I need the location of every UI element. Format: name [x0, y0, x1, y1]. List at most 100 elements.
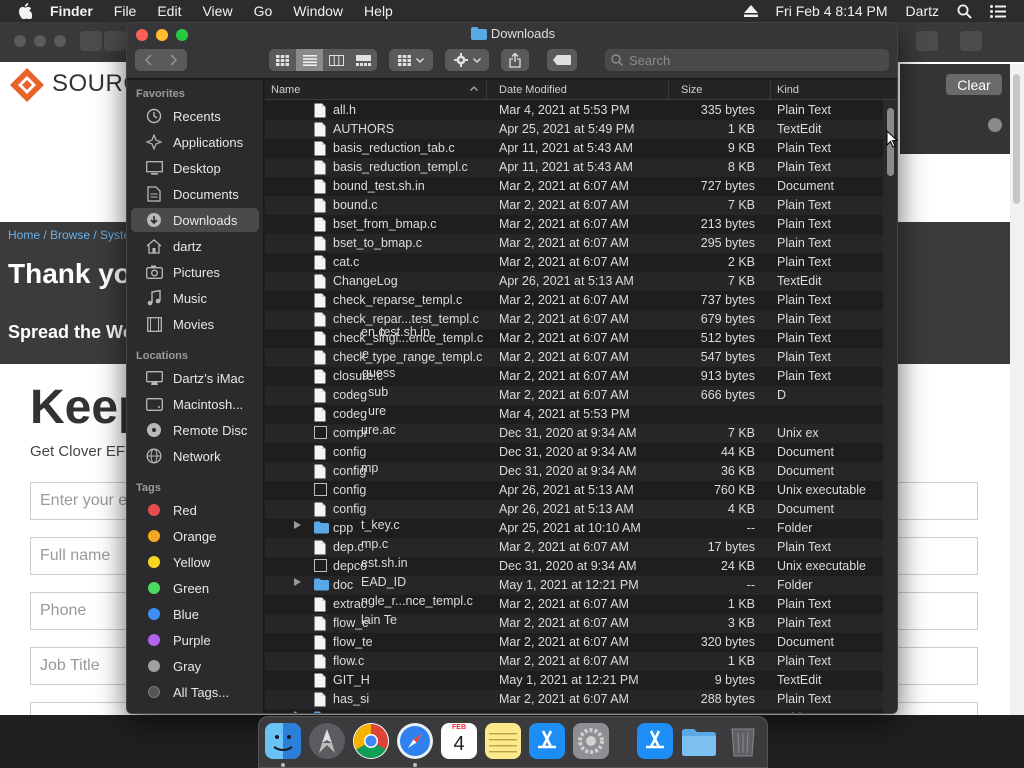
- file-row[interactable]: codeg Mar 4, 2021 at 5:53 PM: [265, 405, 883, 424]
- file-row[interactable]: extrac Mar 2, 2021 at 6:07 AM 1 KB Plain Te…: [265, 595, 883, 614]
- clear-button[interactable]: Clear: [946, 74, 1002, 95]
- sidebar-item-imac[interactable]: Dartz’s iMac: [131, 366, 259, 390]
- list-view-icon[interactable]: [296, 49, 323, 71]
- downloads-folder-icon[interactable]: [681, 723, 717, 759]
- sidebar-item-downloads[interactable]: Downloads: [131, 208, 259, 232]
- menu-user-name[interactable]: Dartz: [906, 3, 939, 19]
- file-row[interactable]: config Dec 31, 2020 at 9:34 AM 44 KB Docume…: [265, 443, 883, 462]
- sourceforge-logo-icon[interactable]: [8, 66, 46, 104]
- share-button[interactable]: [501, 49, 529, 71]
- column-header-name[interactable]: Name: [265, 80, 487, 100]
- breadcrumb[interactable]: Home / Browse / Syste: [8, 228, 130, 242]
- forward-button[interactable]: [161, 49, 187, 71]
- menu-file[interactable]: File: [114, 3, 137, 19]
- sidebar-tag-green[interactable]: Green: [131, 576, 259, 600]
- file-row[interactable]: compi Dec 31, 2020 at 9:34 AM 7 KB Unix ex: [265, 424, 883, 443]
- file-row[interactable]: depco Dec 31, 2020 at 9:34 AM 24 KB Unix ex…: [265, 557, 883, 576]
- sidebar-item-recents[interactable]: Recents: [131, 104, 259, 128]
- app-store-icon[interactable]: [637, 723, 673, 759]
- disclosure-triangle-icon[interactable]: [294, 521, 301, 529]
- file-row[interactable]: dep.c Mar 2, 2021 at 6:07 AM 17 bytes Plain…: [265, 538, 883, 557]
- file-row[interactable]: check_reparse_templ.c Mar 2, 2021 at 6:07…: [265, 291, 883, 310]
- browser-back-button[interactable]: [80, 31, 102, 51]
- sidebar-tag-yellow[interactable]: Yellow: [131, 550, 259, 574]
- file-row[interactable]: config Dec 31, 2020 at 9:34 AM 36 KB Docume…: [265, 462, 883, 481]
- file-row[interactable]: closure.c Mar 2, 2021 at 6:07 AM 913 bytes…: [265, 367, 883, 386]
- file-row[interactable]: check_singl...ence_templ.c Mar 2, 2021 at…: [265, 329, 883, 348]
- file-row[interactable]: bset_from_bmap.c Mar 2, 2021 at 6:07 AM 21…: [265, 215, 883, 234]
- file-row[interactable]: basis_reduction_tab.c Apr 11, 2021 at 5:4…: [265, 139, 883, 158]
- disclosure-triangle-icon[interactable]: [294, 578, 301, 586]
- notification-center-icon[interactable]: [990, 4, 1006, 18]
- search-input[interactable]: [629, 52, 869, 68]
- column-header-size[interactable]: Size: [675, 80, 771, 100]
- file-row[interactable]: flow.c Mar 2, 2021 at 6:07 AM 1 KB Plain Te…: [265, 652, 883, 671]
- column-view-icon[interactable]: [323, 49, 350, 71]
- sidebar-tag-red[interactable]: Red: [131, 498, 259, 522]
- folder-row[interactable]: cpp Apr 25, 2021 at 10:10 AM -- Folder: [265, 519, 883, 538]
- gallery-view-icon[interactable]: [350, 49, 377, 71]
- sidebar-tag-blue[interactable]: Blue: [131, 602, 259, 626]
- file-row[interactable]: bound_test.sh.in Mar 2, 2021 at 6:07 AM 72…: [265, 177, 883, 196]
- calendar-icon[interactable]: FEB 4: [441, 723, 477, 759]
- sidebar-tag-purple[interactable]: Purple: [131, 628, 259, 652]
- file-row[interactable]: AUTHORS Apr 25, 2021 at 5:49 PM 1 KB TextEd…: [265, 120, 883, 139]
- file-row[interactable]: GIT_H May 1, 2021 at 12:21 PM 9 bytes TextE…: [265, 671, 883, 690]
- sidebar-item-desktop[interactable]: Desktop: [131, 156, 259, 180]
- file-row[interactable]: bset_to_bmap.c Mar 2, 2021 at 6:07 AM 295 …: [265, 234, 883, 253]
- sidebar-tag-orange[interactable]: Orange: [131, 524, 259, 548]
- menu-go[interactable]: Go: [254, 3, 273, 19]
- group-by-button[interactable]: [389, 49, 433, 71]
- site-search-icon[interactable]: [988, 118, 1002, 132]
- folder-row[interactable]: doc May 1, 2021 at 12:21 PM -- Folder: [265, 576, 883, 595]
- chrome-icon[interactable]: [353, 723, 389, 759]
- eject-icon[interactable]: [743, 5, 758, 17]
- menu-view[interactable]: View: [202, 3, 232, 19]
- sidebar-item-applications[interactable]: Applications: [131, 130, 259, 154]
- window-zoom-button[interactable]: [54, 35, 66, 47]
- window-close-button[interactable]: [14, 35, 26, 47]
- browser-forward-button[interactable]: [104, 31, 126, 51]
- page-scrollbar[interactable]: [1010, 64, 1024, 715]
- app-store-icon[interactable]: [529, 723, 565, 759]
- sidebar-tag-all-tags[interactable]: All Tags...: [131, 680, 259, 704]
- file-row[interactable]: flow_te Mar 2, 2021 at 6:07 AM 320 bytes Do…: [265, 633, 883, 652]
- back-button[interactable]: [135, 49, 161, 71]
- file-row[interactable]: codeg Mar 2, 2021 at 6:07 AM 666 bytes D: [265, 386, 883, 405]
- notes-icon[interactable]: [485, 723, 521, 759]
- action-button[interactable]: [445, 49, 489, 71]
- menu-clock[interactable]: Fri Feb 4 8:14 PM: [776, 3, 888, 19]
- list-scrollbar[interactable]: [883, 100, 897, 713]
- finder-icon[interactable]: [265, 723, 301, 759]
- sidebar-item-documents[interactable]: Documents: [131, 182, 259, 206]
- apple-menu-icon[interactable]: [18, 0, 38, 22]
- file-row[interactable]: has_si Mar 2, 2021 at 6:07 AM 288 bytes Pla…: [265, 690, 883, 709]
- file-row[interactable]: check_repar...test_templ.c Mar 2, 2021 at…: [265, 310, 883, 329]
- column-header-kind[interactable]: Kind: [771, 80, 897, 100]
- sidebar-tag-gray[interactable]: Gray: [131, 654, 259, 678]
- file-row[interactable]: ChangeLog Apr 26, 2021 at 5:13 AM 7 KB Text…: [265, 272, 883, 291]
- menu-edit[interactable]: Edit: [157, 3, 181, 19]
- menu-app-name[interactable]: Finder: [50, 3, 93, 19]
- window-minimize-button[interactable]: [34, 35, 46, 47]
- spotlight-search-icon[interactable]: [957, 4, 972, 19]
- sidebar-item-movies[interactable]: Movies: [131, 312, 259, 336]
- browser-tabs-button[interactable]: [960, 31, 982, 51]
- menu-help[interactable]: Help: [364, 3, 393, 19]
- folder-row[interactable]: -- Folder: [265, 709, 883, 713]
- menu-window[interactable]: Window: [293, 3, 343, 19]
- search-field[interactable]: [605, 49, 889, 71]
- sidebar-item-music[interactable]: Music: [131, 286, 259, 310]
- sidebar-item-dartz[interactable]: dartz: [131, 234, 259, 258]
- file-row[interactable]: flow_c Mar 2, 2021 at 6:07 AM 3 KB Plain Te…: [265, 614, 883, 633]
- edit-tags-button[interactable]: [547, 49, 577, 71]
- icon-view-icon[interactable]: [269, 49, 296, 71]
- system-preferences-icon[interactable]: [573, 723, 609, 759]
- file-row[interactable]: check_type_range_templ.c Mar 2, 2021 at 6…: [265, 348, 883, 367]
- launchpad-icon[interactable]: [309, 723, 345, 759]
- file-row[interactable]: all.h Mar 4, 2021 at 5:53 PM 335 bytes Plai…: [265, 101, 883, 120]
- column-header-date[interactable]: Date Modified: [493, 80, 669, 100]
- sidebar-item-pictures[interactable]: Pictures: [131, 260, 259, 284]
- file-row[interactable]: config Apr 26, 2021 at 5:13 AM 4 KB Documen…: [265, 500, 883, 519]
- disclosure-triangle-icon[interactable]: [294, 711, 301, 713]
